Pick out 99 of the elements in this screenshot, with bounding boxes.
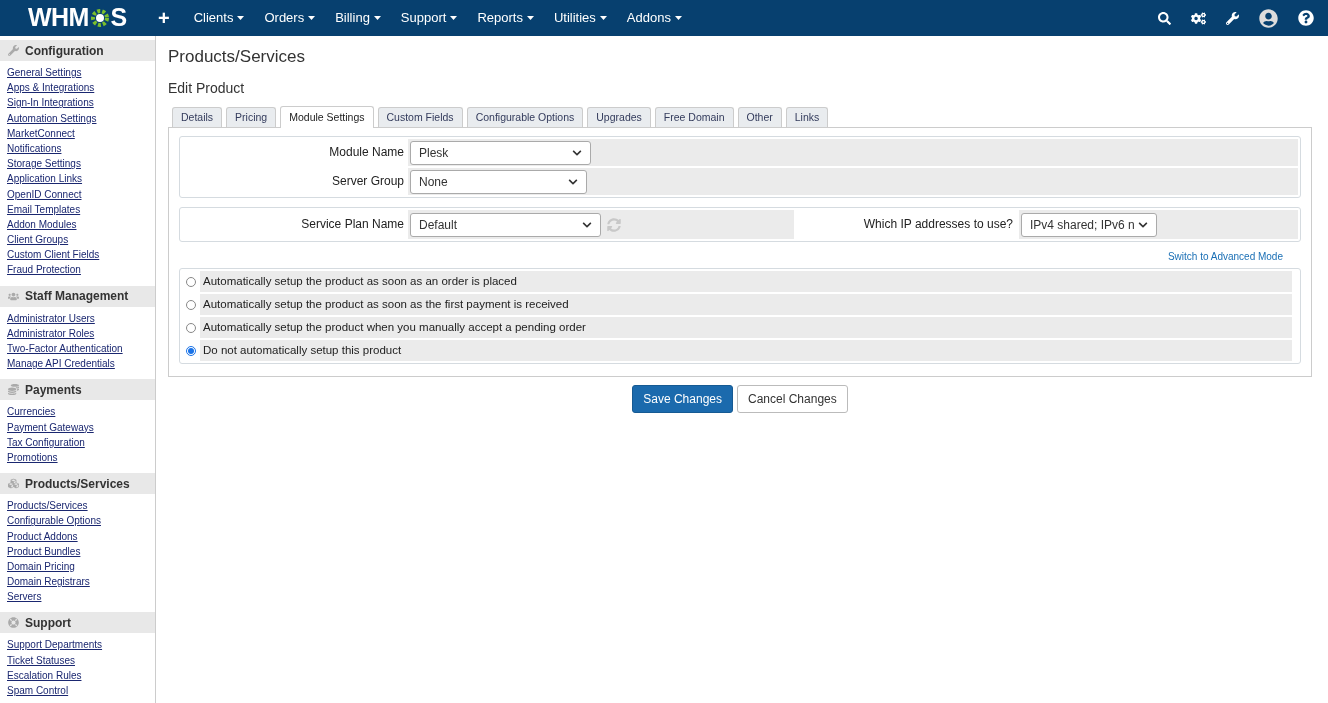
caret-icon — [599, 16, 607, 20]
sidebar-link[interactable]: Domain Registrars — [7, 576, 90, 588]
select-field[interactable]: Default — [410, 212, 601, 237]
field-label: Server Group — [330, 173, 405, 190]
sidebar-link[interactable]: Servers — [7, 591, 42, 603]
caret-icon — [237, 16, 245, 20]
sidebar-title: Products/Services — [25, 475, 130, 493]
help-icon[interactable] — [1298, 10, 1314, 26]
tab[interactable]: Free Domain — [654, 107, 734, 127]
chevron-down-icon — [582, 219, 592, 230]
sidebar-link[interactable]: Sign-In Integrations — [7, 97, 94, 109]
sidebar-link[interactable]: Two-Factor Authentication — [7, 343, 123, 354]
sidebar-link[interactable]: Currencies — [7, 406, 56, 418]
sidebar-link[interactable]: Support Departments — [7, 639, 103, 651]
sidebar-link[interactable]: Product Addons — [7, 530, 78, 542]
sidebar-link[interactable]: Tax Configuration — [7, 436, 85, 448]
nav-menu[interactable]: Addons — [616, 8, 692, 28]
radio-button[interactable] — [186, 345, 196, 356]
sidebar-link[interactable]: Administrator Roles — [7, 327, 95, 339]
lifebuoy-icon — [8, 617, 19, 629]
advanced-mode-link[interactable]: Switch to Advanced Mode — [1167, 248, 1283, 264]
sidebar-link[interactable]: Configurable Options — [7, 515, 101, 527]
radio-button[interactable] — [186, 276, 196, 287]
chevron-down-icon — [1138, 219, 1148, 230]
radio-button[interactable] — [186, 322, 196, 333]
nav-menu[interactable]: Support — [390, 8, 468, 28]
boxes-icon — [8, 478, 19, 490]
sidebar-link[interactable]: Application Links — [7, 173, 83, 185]
sidebar-link[interactable]: OpenID Connect — [7, 188, 82, 200]
sidebar-title: Configuration — [25, 42, 104, 60]
radio-label: Automatically setup the product when you manually accept a pending order — [203, 319, 586, 335]
sidebar-link[interactable]: Custom Client Fields — [7, 249, 100, 261]
chevron-down-icon — [568, 176, 578, 187]
sidebar-link[interactable]: Domain Pricing — [7, 560, 75, 572]
page-subtitle: Edit Product — [168, 79, 246, 98]
sidebar-link[interactable]: Automation Settings — [7, 112, 97, 124]
avatar-icon[interactable] — [1259, 8, 1278, 28]
field-label: Module Name — [328, 144, 405, 161]
sidebar-link[interactable]: Administrator Users — [7, 312, 95, 324]
sidebar-link[interactable]: Addon Modules — [7, 218, 77, 230]
select-field[interactable]: Plesk — [410, 140, 591, 165]
gears-icon[interactable] — [1191, 10, 1206, 26]
field-label: Service Plan Name — [300, 216, 405, 233]
wrench-icon — [8, 45, 19, 56]
nav-menu[interactable]: Utilities — [543, 8, 617, 28]
select-field[interactable]: IPv4 shared; IPv6 n — [1021, 212, 1157, 237]
radio-label: Automatically setup the product as soon as the first payment is received — [203, 296, 569, 312]
caret-icon — [373, 16, 381, 20]
tab[interactable]: Pricing — [226, 107, 277, 127]
users-icon — [8, 290, 19, 302]
coins-icon — [8, 384, 19, 396]
page-title: Products/Services — [168, 46, 306, 68]
save-button[interactable]: Save Changes — [632, 385, 733, 413]
logo[interactable]: WHM S — [28, 0, 148, 37]
radio-button[interactable] — [186, 299, 196, 310]
field-label: Which IP addresses to use? — [862, 216, 1014, 233]
tab[interactable]: Upgrades — [587, 107, 651, 127]
sidebar-link[interactable]: Client Groups — [7, 234, 69, 246]
tab[interactable]: Links — [785, 107, 829, 127]
tab[interactable]: Custom Fields — [377, 107, 463, 127]
cancel-button[interactable]: Cancel Changes — [737, 385, 848, 413]
sidebar-link[interactable]: Escalation Rules — [7, 669, 82, 681]
nav-menu[interactable]: Orders — [254, 8, 326, 28]
gear-icon — [89, 8, 110, 28]
search-icon[interactable] — [1158, 11, 1171, 25]
sidebar-link[interactable]: Notifications — [7, 142, 62, 154]
sidebar-title: Staff Management — [25, 288, 129, 306]
caret-icon — [450, 16, 458, 20]
tab[interactable]: Details — [172, 107, 223, 127]
sidebar-link[interactable]: Spam Control — [7, 685, 69, 696]
tab[interactable]: Configurable Options — [466, 107, 584, 127]
sidebar-link[interactable]: Manage API Credentials — [7, 358, 115, 370]
sidebar-title: Payments — [25, 381, 82, 399]
sidebar-link[interactable]: Ticket Statuses — [7, 654, 75, 666]
sidebar-link[interactable]: Products/Services — [7, 500, 88, 512]
sidebar-link[interactable]: Storage Settings — [7, 158, 81, 170]
sidebar-link[interactable]: Payment Gateways — [7, 421, 94, 433]
chevron-down-icon — [572, 147, 582, 158]
select-field[interactable]: None — [410, 169, 587, 194]
sidebar-title: Support — [25, 614, 71, 632]
nav-menu[interactable]: Reports — [467, 8, 544, 28]
tab[interactable]: Other — [737, 107, 782, 127]
caret-icon — [674, 16, 682, 20]
tab[interactable]: Module Settings — [280, 106, 374, 128]
nav-menu[interactable]: Billing — [325, 8, 391, 28]
sidebar-link[interactable]: MarketConnect — [7, 127, 75, 139]
sidebar-link[interactable]: General Settings — [7, 67, 82, 78]
sidebar-link[interactable]: Fraud Protection — [7, 264, 81, 276]
nav-menu[interactable]: Clients — [183, 8, 255, 28]
add-button[interactable]: + — [158, 3, 170, 33]
wrench-icon[interactable] — [1226, 11, 1239, 25]
sidebar-link[interactable]: Apps & Integrations — [7, 82, 95, 94]
sidebar-link[interactable]: Promotions — [7, 451, 58, 463]
sidebar-link[interactable]: Product Bundles — [7, 545, 81, 557]
caret-icon — [308, 16, 316, 20]
sidebar-link[interactable]: Email Templates — [7, 203, 81, 215]
caret-icon — [526, 16, 534, 20]
radio-label: Do not automatically setup this product — [203, 342, 402, 358]
radio-label: Automatically setup the product as soon as an order is placed — [203, 273, 517, 289]
